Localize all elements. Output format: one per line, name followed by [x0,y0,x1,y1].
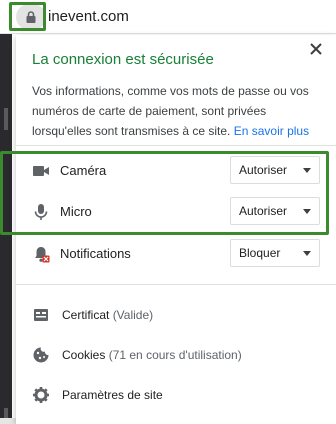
notifications-blocked-icon [35,247,50,263]
link-text: Cookies (71 en cours d'utilisation) [62,348,242,362]
select-value: Bloquer [239,246,281,260]
lock-highlight-box [9,2,46,31]
certificate-icon [34,309,48,321]
close-button[interactable] [306,39,326,59]
divider [16,145,336,146]
gear-icon [33,387,49,403]
site-settings-link[interactable]: Paramètres de site [16,379,336,411]
permissions-highlight-box [0,151,329,235]
link-text: Certificat (Valide) [62,308,153,322]
cookie-icon [33,347,49,363]
link-sublabel: (Valide) [112,308,154,322]
connection-title: La connexion est sécurisée [32,51,214,68]
permission-label: Notifications [60,246,131,261]
chevron-down-icon [303,251,311,256]
link-sublabel: (71 en cours d'utilisation) [108,348,242,362]
permission-row-notifications: Notifications Bloquer [16,239,336,269]
notifications-permission-select[interactable]: Bloquer [230,239,320,267]
url-host[interactable]: inevent.com [48,8,129,25]
connection-description: Vos informations, comme vos mots de pass… [32,81,328,141]
divider [16,284,336,285]
cookies-link[interactable]: Cookies (71 en cours d'utilisation) [16,339,336,371]
certificate-link[interactable]: Certificat (Valide) [16,299,336,331]
link-label: Certificat [62,308,110,322]
link-text: Paramètres de site [62,388,163,402]
link-label: Cookies [62,348,106,362]
close-icon [310,43,322,55]
link-label: Paramètres de site [62,388,163,402]
page-mark [4,108,8,130]
learn-more-link[interactable]: En savoir plus [234,124,309,138]
address-bar: inevent.com [0,0,336,34]
